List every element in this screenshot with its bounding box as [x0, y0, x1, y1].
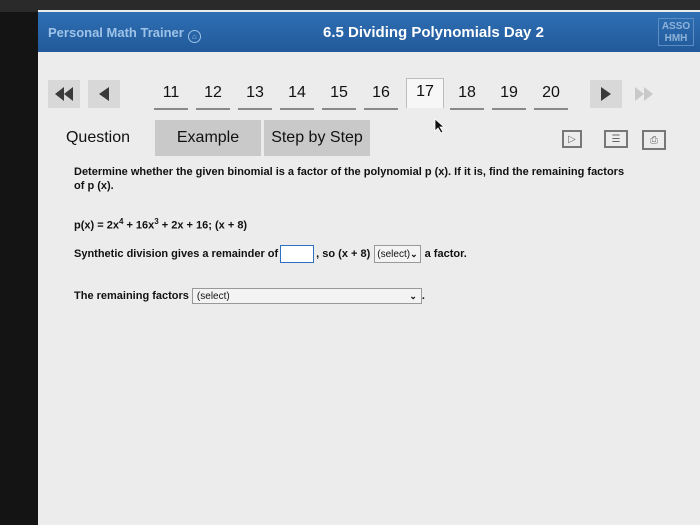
- remainder-input[interactable]: [280, 245, 315, 263]
- page-navigation: 11 12 13 14 15 16 17 18 19 20: [38, 78, 700, 118]
- prev-page-button[interactable]: [88, 80, 120, 108]
- first-page-button[interactable]: [48, 80, 80, 108]
- synthetic-suffix-text: a factor.: [424, 248, 467, 260]
- device-bezel: [0, 0, 38, 525]
- left-arrow-icon: [99, 87, 109, 101]
- factor-select[interactable]: (select) ⌄: [374, 245, 421, 263]
- mouse-cursor-icon: [434, 118, 446, 134]
- remaining-select-value: (select): [196, 290, 230, 302]
- synthetic-mid-text: , so (x + 8): [316, 248, 371, 260]
- page-14[interactable]: 14: [280, 84, 314, 110]
- app-screen: Personal Math Trainer ⌂ 6.5 Dividing Poly…: [38, 10, 700, 525]
- polynomial-expression: p(x) = 2x4 + 16x3 + 2x + 16; (x + 8): [74, 217, 247, 232]
- hmh-logo: ASSO HMH: [658, 18, 694, 46]
- book-icon[interactable]: ☰: [604, 130, 628, 148]
- right-arrow-icon: [601, 87, 611, 101]
- remaining-factors-row: The remaining factors (select) ⌄ .: [74, 288, 425, 304]
- double-left-arrow-icon: [55, 87, 73, 101]
- tab-example[interactable]: Example: [155, 120, 261, 156]
- print-icon[interactable]: ⎙: [642, 130, 666, 150]
- next-page-button[interactable]: [590, 80, 622, 108]
- remaining-period: .: [421, 290, 425, 302]
- synthetic-label: Synthetic division gives a remainder of: [74, 248, 279, 260]
- last-page-button[interactable]: [628, 80, 660, 108]
- view-tabs: Question Example Step by Step ▷ ☰ ⎙: [38, 120, 700, 156]
- play-icon[interactable]: ▷: [562, 130, 582, 148]
- factor-select-value: (select): [377, 248, 411, 260]
- page-13[interactable]: 13: [238, 84, 272, 110]
- home-icon: ⌂: [187, 30, 201, 43]
- brand-label: Personal Math Trainer: [48, 25, 184, 40]
- brand-link[interactable]: Personal Math Trainer ⌂: [48, 25, 201, 43]
- tab-step-by-step[interactable]: Step by Step: [264, 120, 370, 156]
- double-right-arrow-icon: [635, 87, 653, 101]
- tab-question[interactable]: Question: [48, 120, 148, 156]
- header-bar: Personal Math Trainer ⌂ 6.5 Dividing Poly…: [38, 12, 700, 52]
- remaining-label: The remaining factors: [74, 290, 189, 302]
- page-19[interactable]: 19: [492, 84, 526, 110]
- page-11[interactable]: 11: [154, 84, 188, 110]
- chevron-down-icon: ⌄: [409, 290, 417, 301]
- page-15[interactable]: 15: [322, 84, 356, 110]
- question-prompt: Determine whether the given binomial is …: [74, 166, 625, 192]
- page-20[interactable]: 20: [534, 84, 568, 110]
- page-12[interactable]: 12: [196, 84, 230, 110]
- poly-part-1: p(x) = 2x: [74, 219, 119, 232]
- page-18[interactable]: 18: [450, 84, 484, 110]
- page-17-active[interactable]: 17: [406, 78, 444, 108]
- question-content: Determine whether the given binomial is …: [74, 165, 674, 304]
- synthetic-division-row: Synthetic division gives a remainder of …: [74, 245, 467, 263]
- page-16[interactable]: 16: [364, 84, 398, 110]
- logo-line-2: HMH: [664, 33, 688, 44]
- poly-part-3: + 2x + 16; (x + 8): [158, 219, 248, 232]
- logo-line-1: ASSO: [661, 21, 691, 32]
- lesson-title: 6.5 Dividing Polynomials Day 2: [323, 24, 544, 41]
- poly-part-2: + 16x: [123, 219, 155, 232]
- remaining-factors-select[interactable]: (select) ⌄: [191, 288, 422, 304]
- chevron-down-icon: ⌄: [410, 248, 418, 259]
